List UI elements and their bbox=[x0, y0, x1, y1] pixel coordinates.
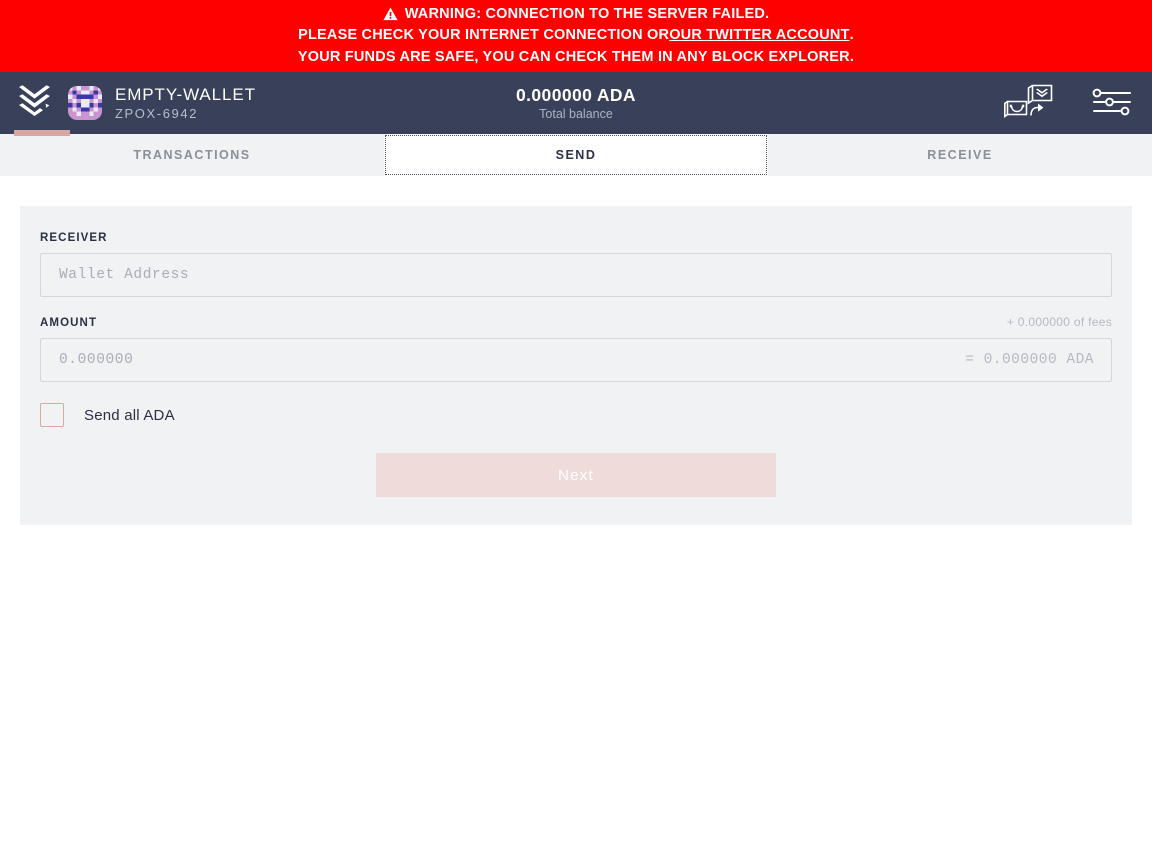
amount-input-wrapper: = 0.000000 ADA bbox=[40, 338, 1112, 382]
connection-warning-banner: WARNING: CONNECTION TO THE SERVER FAILED… bbox=[0, 0, 1152, 72]
fees-note: + 0.000000 of fees bbox=[1006, 315, 1112, 329]
tab-transactions[interactable]: TRANSACTIONS bbox=[0, 134, 384, 176]
warning-triangle-icon bbox=[383, 7, 398, 21]
warning-line-3: YOUR FUNDS ARE SAFE, YOU CAN CHECK THEM … bbox=[298, 47, 854, 69]
switch-wallet-icon bbox=[1004, 82, 1056, 125]
warning-text-1: WARNING: CONNECTION TO THE SERVER FAILED… bbox=[404, 5, 770, 22]
chevron-down-logo-icon bbox=[18, 85, 51, 121]
send-page: RECEIVER AMOUNT + 0.000000 of fees = 0.0… bbox=[0, 176, 1152, 525]
amount-label-row: AMOUNT + 0.000000 of fees bbox=[40, 315, 1112, 329]
settings-sliders-icon bbox=[1092, 87, 1132, 120]
wallet-name: EMPTY-WALLET bbox=[115, 84, 256, 104]
send-all-label[interactable]: Send all ADA bbox=[84, 407, 175, 424]
receiver-label: RECEIVER bbox=[40, 232, 108, 244]
wallet-summary[interactable]: EMPTY-WALLET ZPOX-6942 bbox=[68, 85, 256, 122]
total-balance-label: Total balance bbox=[539, 106, 613, 121]
switch-wallet-button[interactable] bbox=[1004, 82, 1056, 125]
warning-text-3: YOUR FUNDS ARE SAFE, YOU CAN CHECK THEM … bbox=[297, 48, 855, 65]
warning-text-2-prefix: PLEASE CHECK YOUR INTERNET CONNECTION OR bbox=[298, 27, 670, 44]
brand-logo-button[interactable] bbox=[0, 72, 68, 134]
wallet-id: ZPOX-6942 bbox=[115, 105, 199, 121]
send-form-card: RECEIVER AMOUNT + 0.000000 of fees = 0.0… bbox=[20, 206, 1132, 525]
header-actions bbox=[1004, 72, 1132, 134]
receiver-address-input[interactable] bbox=[40, 253, 1112, 297]
send-all-row: Send all ADA bbox=[40, 403, 1112, 427]
settings-button[interactable] bbox=[1092, 87, 1132, 120]
warning-line-2: PLEASE CHECK YOUR INTERNET CONNECTION OR… bbox=[298, 25, 854, 47]
amount-input[interactable] bbox=[40, 338, 1112, 382]
warning-text-2-suffix: . bbox=[849, 27, 854, 44]
tab-send[interactable]: SEND bbox=[384, 134, 768, 176]
wallet-identicon-avatar bbox=[68, 86, 102, 120]
next-button-row: Next bbox=[40, 453, 1112, 497]
total-balance-amount: 0.000000 ADA bbox=[516, 84, 636, 105]
tab-receive[interactable]: RECEIVE bbox=[768, 134, 1152, 176]
wallet-tabbar: TRANSACTIONS SEND RECEIVE bbox=[0, 134, 1152, 176]
send-all-checkbox[interactable] bbox=[40, 403, 64, 427]
app-header: EMPTY-WALLET ZPOX-6942 0.000000 ADA Tota… bbox=[0, 72, 1152, 136]
next-button[interactable]: Next bbox=[376, 453, 776, 497]
amount-field-group: AMOUNT + 0.000000 of fees = 0.000000 ADA bbox=[40, 315, 1112, 382]
brand-accent-underline bbox=[14, 130, 70, 136]
amount-label: AMOUNT bbox=[40, 317, 98, 329]
warning-line-1: WARNING: CONNECTION TO THE SERVER FAILED… bbox=[383, 4, 770, 26]
twitter-account-link[interactable]: OUR TWITTER ACCOUNT bbox=[669, 25, 849, 47]
receiver-field-group: RECEIVER bbox=[40, 232, 1112, 297]
